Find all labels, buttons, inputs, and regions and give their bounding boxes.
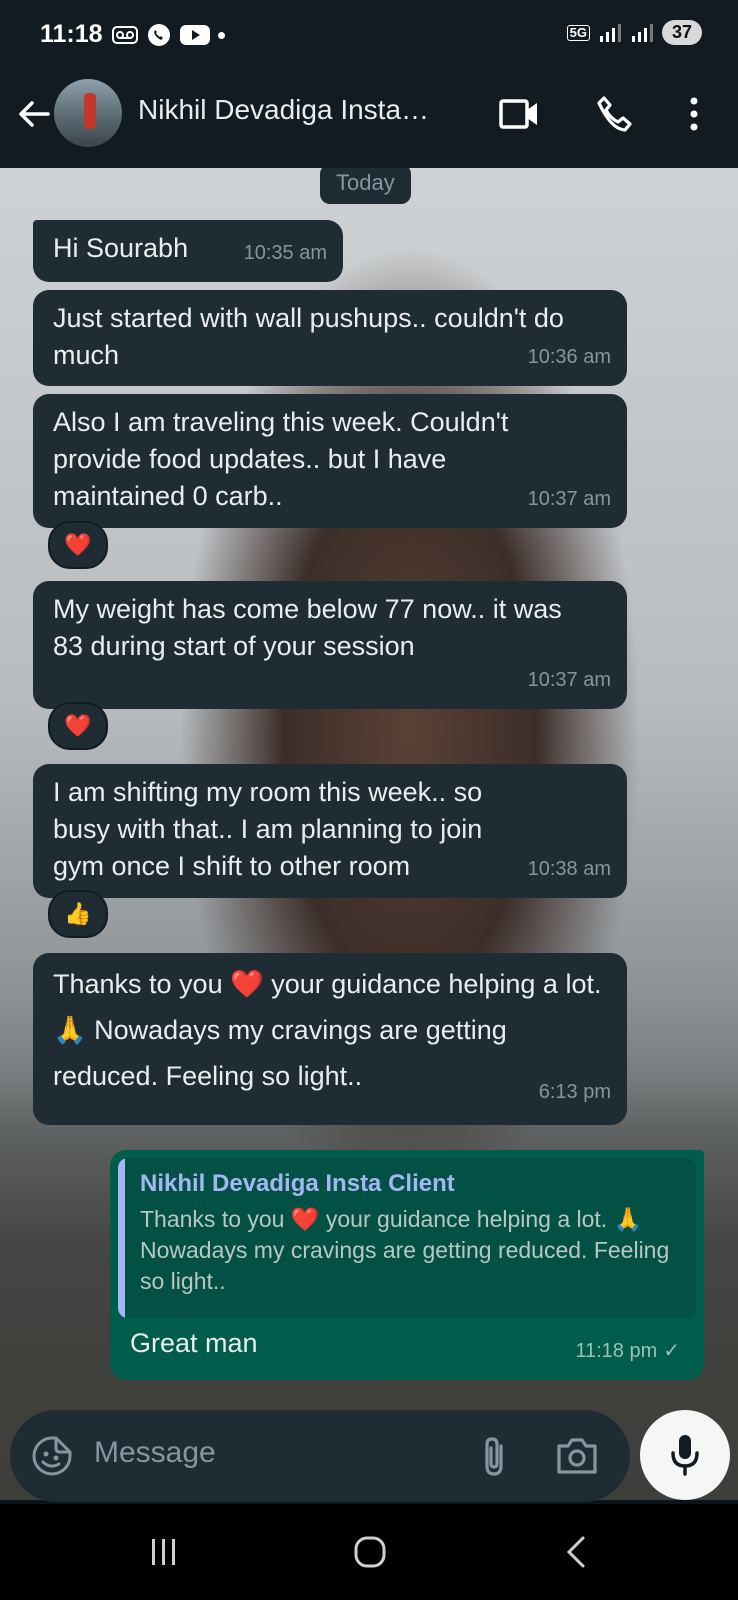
message-reaction[interactable]: 👍	[48, 890, 108, 938]
youtube-icon	[180, 25, 210, 45]
message-input[interactable]: Message	[94, 1436, 216, 1470]
phone-call-icon	[597, 96, 632, 132]
incoming-message[interactable]: Also I am traveling this week. Couldn't …	[33, 394, 627, 528]
message-reaction[interactable]: ❤️	[48, 702, 108, 750]
heart-reaction-icon: ❤️	[64, 713, 92, 738]
message-text: Thanks to you ❤️ your guidance helping a…	[53, 961, 607, 1099]
heart-emoji-icon: ❤️	[230, 969, 264, 999]
network-type-badge: 5G	[566, 24, 590, 41]
message-text: Just started with wall pushups.. couldn'…	[53, 303, 564, 370]
paperclip-icon	[485, 1437, 503, 1476]
message-time: 10:35 am	[243, 242, 327, 264]
quoted-text-part: your guidance helping a lot.	[319, 1206, 614, 1232]
home-button[interactable]	[350, 1532, 390, 1572]
message-time: 10:37 am	[527, 488, 611, 510]
voice-message-button[interactable]	[640, 1410, 730, 1500]
quoted-author: Nikhil Devadiga Insta Client	[140, 1170, 455, 1197]
camera-icon	[557, 1438, 597, 1474]
quoted-text: Thanks to you ❤️ your guidance helping a…	[140, 1204, 680, 1297]
battery-level: 37	[661, 20, 702, 45]
home-icon	[354, 1536, 386, 1568]
recent-apps-icon	[152, 1539, 175, 1565]
message-time: 10:37 am	[527, 669, 611, 691]
back-arrow-icon	[19, 101, 50, 127]
message-time: 10:36 am	[527, 346, 611, 368]
date-separator: Today	[320, 168, 411, 204]
status-time: 11:18	[40, 20, 103, 48]
message-text: My weight has come below 77 now.. it was…	[53, 594, 562, 661]
status-notification-icons	[112, 22, 225, 48]
chat-area[interactable]: Today Hi Sourabh 10:35 am Just started w…	[0, 168, 738, 1500]
outgoing-message[interactable]: Nikhil Devadiga Insta Client Thanks to y…	[110, 1150, 704, 1380]
quote-accent-bar	[118, 1158, 125, 1318]
quoted-text-part: Thanks to you	[140, 1206, 291, 1232]
camera-button[interactable]	[554, 1434, 600, 1478]
recent-apps-button[interactable]	[146, 1532, 182, 1572]
contact-name[interactable]: Nikhil Devadiga Insta…	[138, 94, 429, 126]
more-options-icon	[690, 97, 698, 131]
status-bar: 11:18 5G 37	[0, 0, 738, 68]
message-time-value: 11:18 pm	[575, 1340, 658, 1362]
folded-hands-emoji-icon: 🙏	[53, 1015, 87, 1045]
message-text-part: Thanks to you	[53, 969, 231, 999]
more-notifications-dot	[218, 31, 225, 39]
emoji-button[interactable]	[30, 1434, 74, 1478]
incoming-message[interactable]: Hi Sourabh 10:35 am	[33, 220, 343, 282]
sent-tick-icon: ✓	[663, 1340, 680, 1362]
incoming-message[interactable]: I am shifting my room this week.. so bus…	[33, 764, 627, 898]
message-time: 11:18 pm ✓	[575, 1338, 680, 1363]
attach-button[interactable]	[472, 1432, 516, 1480]
incoming-message[interactable]: Thanks to you ❤️ your guidance helping a…	[33, 953, 627, 1125]
message-composer[interactable]: Message	[10, 1410, 630, 1502]
message-text: Also I am traveling this week. Couldn't …	[53, 407, 509, 511]
system-navigation-bar	[0, 1504, 738, 1600]
message-text-part: your guidance helping a lot.	[263, 969, 602, 999]
more-options-button[interactable]	[672, 92, 716, 136]
whatsapp-icon	[148, 24, 170, 46]
emoji-sticker-icon	[32, 1436, 72, 1476]
microphone-icon	[671, 1435, 699, 1476]
voicemail-icon	[112, 26, 138, 44]
heart-reaction-icon: ❤️	[64, 532, 92, 557]
contact-avatar[interactable]	[54, 79, 122, 147]
message-time: 6:13 pm	[538, 1081, 611, 1103]
voice-call-button[interactable]	[592, 92, 636, 136]
video-call-button[interactable]	[498, 92, 542, 136]
video-call-icon	[499, 99, 537, 129]
message-text: I am shifting my room this week.. so bus…	[53, 777, 483, 881]
message-time: 10:38 am	[527, 858, 611, 880]
system-back-button[interactable]	[560, 1532, 592, 1572]
signal-icon-2	[631, 23, 653, 42]
signal-icon	[599, 23, 621, 42]
message-text-part: Nowadays my cravings are getting reduced…	[53, 1015, 507, 1091]
message-text: Great man	[130, 1328, 258, 1358]
quoted-message[interactable]: Nikhil Devadiga Insta Client Thanks to y…	[118, 1158, 696, 1318]
incoming-message[interactable]: My weight has come below 77 now.. it was…	[33, 581, 627, 709]
quoted-text-part: Nowadays my cravings are getting reduced…	[140, 1237, 670, 1294]
message-reaction[interactable]: ❤️	[48, 521, 108, 569]
chevron-left-icon	[566, 1536, 585, 1568]
folded-hands-emoji-icon: 🙏	[613, 1206, 643, 1232]
chat-header: Nikhil Devadiga Insta…	[0, 68, 738, 168]
status-system-icons: 5G 37	[566, 20, 702, 45]
back-button[interactable]	[14, 94, 54, 134]
avatar-figure	[84, 93, 96, 129]
incoming-message[interactable]: Just started with wall pushups.. couldn'…	[33, 290, 627, 386]
thumbs-up-reaction-icon: 👍	[64, 901, 92, 926]
heart-emoji-icon: ❤️	[290, 1206, 320, 1232]
